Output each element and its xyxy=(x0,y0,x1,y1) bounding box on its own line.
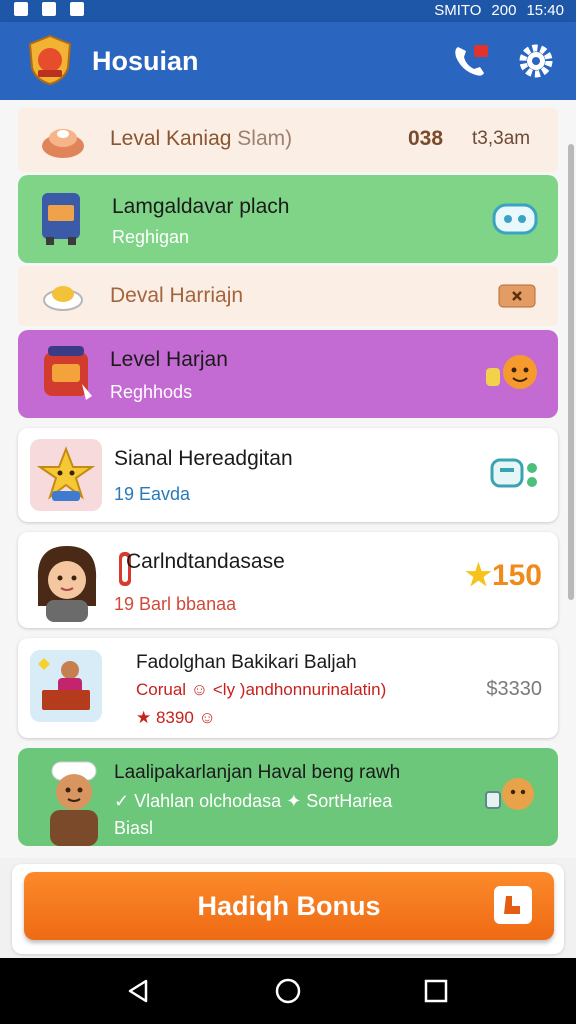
list-item-title: Level Harjan xyxy=(110,348,228,371)
bonus-button-label: Hadiqh Bonus xyxy=(197,891,381,921)
home-icon[interactable] xyxy=(274,977,302,1005)
header-row-value: t3,3am xyxy=(472,128,531,149)
list-item-title: Carlndtandasase xyxy=(126,550,285,573)
list-item[interactable]: Level Harjan Reghhods xyxy=(18,330,558,418)
gamepad-icon[interactable] xyxy=(490,454,540,492)
old-man-avatar xyxy=(50,761,98,846)
list-item-rewards: ★ 8390 ☺ xyxy=(136,708,216,727)
dish-icon xyxy=(43,286,83,311)
cookie-icon[interactable] xyxy=(484,774,538,814)
back-icon[interactable] xyxy=(124,977,152,1005)
list-item-subtitle: Reghhods xyxy=(110,382,193,402)
list-item[interactable]: Carlndtandasase 19 Barl bbanaa ★150 xyxy=(18,532,558,628)
list-item[interactable]: Fadolghan Bakikari Baljah Corual ☺ <ly )… xyxy=(18,638,558,738)
list-item-subtitle: Corual ☺ <ly )andhonnurinalatin) xyxy=(136,680,387,699)
list-item-title: Laalipakarlanjan Haval beng rawh xyxy=(114,762,401,783)
carrier-label: SMITO xyxy=(434,2,482,19)
list-item[interactable]: Lamgaldavar plach Reghigan xyxy=(18,175,558,263)
header-row-title: Leval Kaniag Slam) xyxy=(110,127,293,150)
backpack-icon xyxy=(44,346,92,400)
bot-icon[interactable] xyxy=(492,199,538,237)
list-item-title: Lamgaldavar plach xyxy=(112,195,290,218)
nav-bar xyxy=(0,958,576,1024)
notification-icons xyxy=(14,2,84,16)
smiley-icon[interactable] xyxy=(484,352,540,394)
notification-icon xyxy=(14,2,28,16)
list-item-subtitle: 19 Eavda xyxy=(114,484,191,504)
list-item-subtitle: 19 Barl bbanaa xyxy=(114,594,237,614)
signal-label: 200 xyxy=(491,2,517,19)
item-thumbnail xyxy=(30,439,102,511)
notification-icon xyxy=(70,2,84,16)
header-row-count: 038 xyxy=(408,127,444,150)
list-item[interactable]: Sianal Hereadgitan 19 Eavda xyxy=(18,428,558,522)
status-bar: SMITO 200 15:40 xyxy=(0,0,576,22)
shopkeeper-icon xyxy=(38,658,90,710)
basket-icon xyxy=(42,129,84,158)
list-item-detail: Biasl xyxy=(114,818,154,838)
list-item-subtitle: Reghigan xyxy=(112,227,190,247)
recents-icon[interactable] xyxy=(422,977,450,1005)
list-item-price: $3330 xyxy=(486,678,542,700)
bonus-button[interactable]: Hadiqh Bonus xyxy=(24,872,554,940)
crest-logo-icon xyxy=(28,34,72,86)
list-item-subtitle: ✓ Vlahlan olchodasa ✦ SortHariea xyxy=(114,791,393,811)
gift-icon xyxy=(494,886,532,924)
list-item[interactable]: Laalipakarlanjan Haval beng rawh ✓ Vlahl… xyxy=(18,748,558,846)
clock: 15:40 xyxy=(526,2,564,19)
scrollbar[interactable] xyxy=(568,144,574,600)
list-item-price: ★150 xyxy=(465,559,542,592)
header-row-level[interactable]: Leval Kaniag Slam) 038 t3,3am xyxy=(18,108,558,172)
list-item-title: Fadolghan Bakikari Baljah xyxy=(136,652,357,673)
header-row-deval[interactable]: Deval Harriajn xyxy=(18,266,558,326)
app-title: Hosuian xyxy=(92,46,199,76)
notification-icon xyxy=(42,2,56,16)
header-row-title: Deval Harriajn xyxy=(110,284,244,307)
list-item-title: Sianal Hereadgitan xyxy=(114,447,293,470)
girl-avatar xyxy=(37,546,97,622)
phone-icon[interactable] xyxy=(450,41,490,81)
gear-icon[interactable] xyxy=(516,41,556,81)
machine-icon xyxy=(42,193,80,245)
app-bar: Hosuian xyxy=(0,22,576,100)
item-thumbnail xyxy=(30,650,102,722)
star-character-icon xyxy=(36,446,96,501)
close-icon[interactable] xyxy=(498,284,536,308)
